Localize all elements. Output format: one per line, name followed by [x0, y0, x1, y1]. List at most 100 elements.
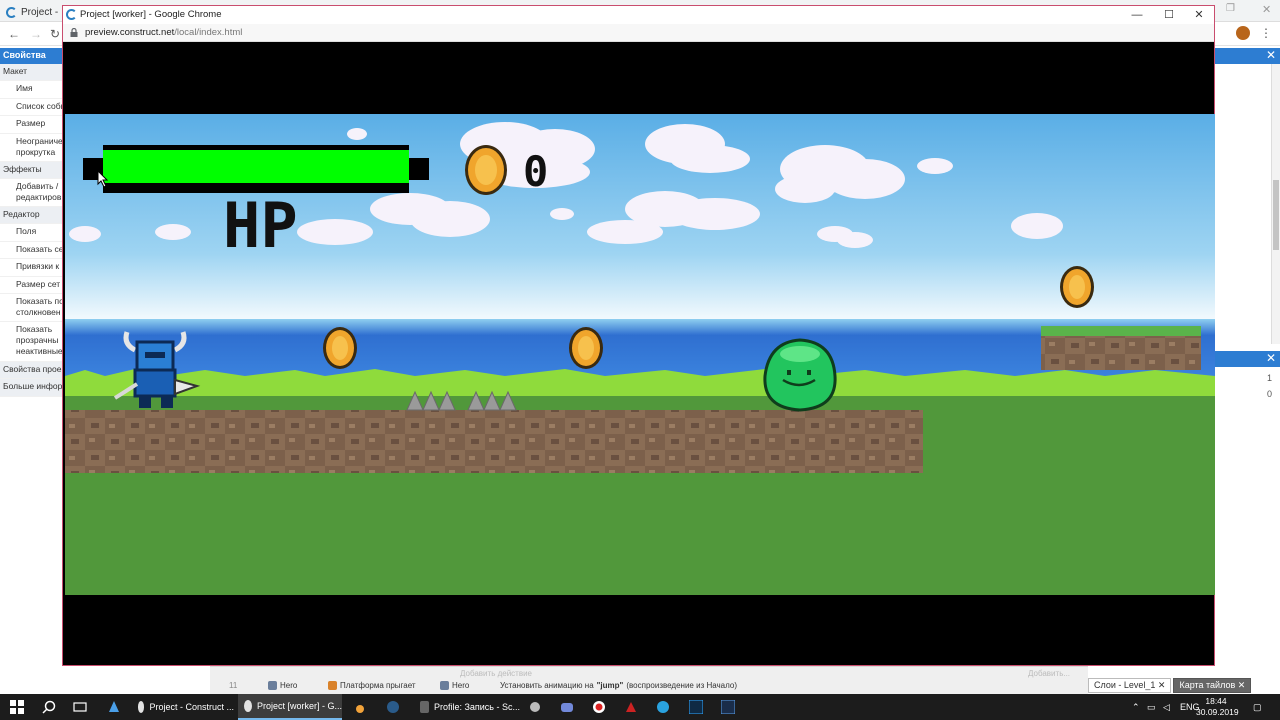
- taskbar-item-construct[interactable]: Project - Construct ...: [132, 694, 234, 720]
- properties-list: Макет Имя Список собы Размер Неограничен про…: [0, 64, 65, 397]
- property-row[interactable]: Показать прозрачны неактивные: [0, 322, 65, 362]
- tray-expand-icon[interactable]: ⌃: [1132, 694, 1140, 720]
- property-category[interactable]: Свойства прое: [0, 361, 65, 380]
- lock-icon: [70, 28, 78, 37]
- profile-avatar-icon[interactable]: [1236, 26, 1250, 40]
- right-panel-scrollbar[interactable]: [1271, 64, 1280, 344]
- background-tab-title: Project -: [21, 6, 59, 18]
- windows-taskbar: Project - Construct ... Project [worker]…: [0, 694, 1280, 720]
- event-action-object-hero[interactable]: Hero: [440, 681, 469, 690]
- hero-icon: [440, 681, 449, 690]
- back-arrow-icon[interactable]: ←: [8, 27, 20, 41]
- notifications-icon[interactable]: ▢: [1253, 694, 1262, 720]
- event-row-number: 11: [229, 681, 238, 690]
- telegram-icon[interactable]: [656, 700, 670, 714]
- search-icon[interactable]: [42, 700, 56, 714]
- chrome-icon: [138, 701, 145, 713]
- layers-panel-header: ✕: [1215, 351, 1280, 367]
- app-icon[interactable]: [353, 700, 367, 714]
- task-view-icon[interactable]: [73, 700, 87, 714]
- properties-panel-header: Свойства: [0, 48, 65, 64]
- steam-icon[interactable]: [386, 700, 400, 714]
- floating-platform-grass: [1041, 326, 1201, 336]
- layer-value: 0: [1266, 389, 1272, 399]
- game-canvas[interactable]: HP 0: [65, 114, 1215, 595]
- taskbar-item-profile[interactable]: Profile: Запись - Sc...: [414, 694, 520, 720]
- photoshop-icon[interactable]: [689, 700, 703, 714]
- add-action-link[interactable]: Добавить действие: [460, 669, 532, 678]
- pinned-app-icon[interactable]: [107, 700, 121, 714]
- windows-icon[interactable]: [10, 700, 24, 714]
- slime-enemy: [763, 338, 837, 412]
- cloud: [69, 226, 101, 242]
- clock[interactable]: 18:44 30.09.2019: [1196, 696, 1239, 718]
- construct-logo-icon: [66, 9, 77, 20]
- reload-icon[interactable]: ↻: [50, 27, 60, 41]
- vegas-icon[interactable]: [721, 700, 735, 714]
- network-icon[interactable]: ▭: [1147, 694, 1156, 720]
- close-icon[interactable]: ✕: [1266, 351, 1276, 365]
- property-category[interactable]: Больше инфор: [0, 379, 65, 397]
- chrome-icon: [244, 700, 252, 712]
- clock-time: 18:44: [1205, 696, 1227, 706]
- property-row[interactable]: Поля: [0, 224, 65, 242]
- more-menu-icon[interactable]: ⋮: [1260, 26, 1272, 40]
- cloud: [155, 224, 191, 240]
- property-row[interactable]: Привязки к: [0, 259, 65, 277]
- tab-layers[interactable]: Слои - Level_1 ✕: [1088, 678, 1172, 693]
- property-category[interactable]: Макет: [0, 64, 65, 82]
- background-browser-tab[interactable]: Project -: [6, 3, 58, 21]
- property-row[interactable]: Показать се: [0, 242, 65, 260]
- taskbar-item-preview[interactable]: Project [worker] - G...: [238, 694, 342, 720]
- discord-icon[interactable]: [560, 700, 574, 714]
- coin-hud-icon: [465, 145, 507, 195]
- app-icon[interactable]: [528, 700, 542, 714]
- preview-address-bar[interactable]: preview.construct.net/local/index.html: [63, 24, 1214, 42]
- close-icon[interactable]: ✕: [1266, 48, 1276, 62]
- layer-value: 1: [1266, 373, 1272, 383]
- right-panel-header: ✕: [1215, 48, 1280, 64]
- property-row[interactable]: Размер сет: [0, 277, 65, 294]
- property-row[interactable]: Имя: [0, 81, 65, 99]
- preview-window-titlebar[interactable]: Project [worker] - Google Chrome — ☐ ✕: [63, 6, 1214, 24]
- cloud: [347, 128, 367, 140]
- minimize-button[interactable]: —: [1122, 7, 1152, 23]
- property-row[interactable]: Показать по столкновен: [0, 294, 65, 322]
- restore-icon[interactable]: ❐: [1226, 3, 1235, 14]
- game-scene[interactable]: HP 0: [65, 114, 1215, 595]
- platform-behavior-icon: [328, 681, 337, 690]
- add-link[interactable]: Добавить...: [1028, 669, 1070, 678]
- clock-date: 30.09.2019: [1196, 707, 1239, 717]
- event-action-text[interactable]: Установить анимацию на "jump" (воспроизв…: [500, 681, 737, 690]
- hero-icon: [268, 681, 277, 690]
- event-condition-platform[interactable]: Платформа прыгает: [328, 681, 416, 690]
- construct-logo-icon: [6, 6, 17, 18]
- preview-window: Project [worker] - Google Chrome — ☐ ✕ p…: [62, 5, 1215, 666]
- close-icon[interactable]: ✕: [1262, 3, 1271, 16]
- forward-arrow-icon[interactable]: →: [30, 27, 42, 41]
- volume-icon[interactable]: ◁: [1163, 694, 1170, 720]
- dirt-platform: [65, 410, 923, 473]
- preview-url[interactable]: preview.construct.net/local/index.html: [85, 27, 242, 38]
- property-category[interactable]: Редактор: [0, 206, 65, 225]
- preview-window-title: Project [worker] - Google Chrome: [80, 9, 222, 20]
- hp-bar-fill: [103, 150, 409, 183]
- property-category[interactable]: Эффекты: [0, 161, 65, 179]
- coin-counter: 0: [523, 147, 548, 196]
- hp-bar: [83, 145, 429, 193]
- app-icon[interactable]: [624, 700, 638, 714]
- maximize-button[interactable]: ☐: [1154, 7, 1184, 23]
- tab-tilemap[interactable]: Карта тайлов ✕: [1173, 678, 1252, 693]
- hp-label: HP: [223, 189, 298, 262]
- screen: Project - ❐ ✕ ← → ↻ ⋮ Свойства Макет Имя С…: [0, 0, 1280, 720]
- property-row[interactable]: Добавить / редактиров: [0, 179, 65, 207]
- close-button[interactable]: ✕: [1184, 7, 1214, 23]
- scrollbar-thumb[interactable]: [1273, 180, 1279, 250]
- coin: [1060, 266, 1094, 308]
- property-row[interactable]: Размер: [0, 116, 65, 134]
- property-row[interactable]: Неограничен прокрутка: [0, 134, 65, 162]
- bottom-panel-tabs: Слои - Level_1 ✕ Карта тайлов ✕: [1088, 678, 1252, 693]
- property-row[interactable]: Список собы: [0, 99, 65, 117]
- record-icon[interactable]: [592, 700, 606, 714]
- event-object-hero[interactable]: Hero: [268, 681, 297, 690]
